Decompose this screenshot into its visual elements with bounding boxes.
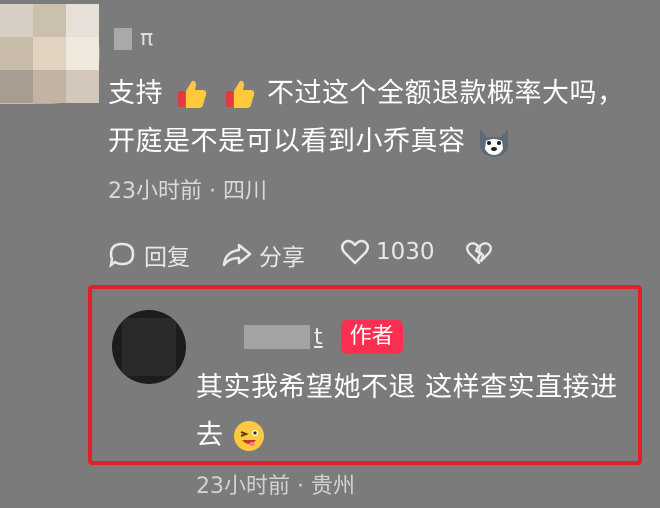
wink-emoji-icon xyxy=(233,421,264,451)
reply-line-1: 其实我希望她不退 这样查实直接进 xyxy=(196,372,618,403)
action-like[interactable]: 1030 xyxy=(340,238,435,266)
reply-label: 回复 xyxy=(144,245,190,271)
reply-avatar[interactable] xyxy=(112,310,186,384)
username-suffix: π xyxy=(140,26,154,51)
comment-line-1: 支持 不过这个全额退款概率大吗， xyxy=(108,78,625,109)
reply-line-2: 去 xyxy=(196,416,636,456)
username-blurred xyxy=(114,27,132,50)
comment-icon xyxy=(109,242,135,268)
share-label: 分享 xyxy=(259,245,305,271)
reply-meta: 23小时前 · 贵州 xyxy=(196,474,355,499)
reply-username[interactable]: t 作者 xyxy=(244,320,403,354)
thumbs-up-icon xyxy=(226,80,255,108)
husky-emoji-icon xyxy=(479,129,508,157)
comment-text: 支持 不过这个全额退款概率大吗， 开庭是不是可以看到小乔真容 xyxy=(108,74,648,162)
action-reply[interactable]: 回复 xyxy=(108,238,190,272)
like-count: 1030 xyxy=(376,239,435,265)
reply-username-blurred xyxy=(244,325,310,349)
author-badge: 作者 xyxy=(340,320,403,354)
username[interactable]: π xyxy=(114,26,153,51)
heart-icon xyxy=(341,239,369,265)
reply-text: 其实我希望她不退 这样查实直接进 去 xyxy=(196,368,636,456)
action-dislike[interactable] xyxy=(465,240,493,270)
action-share[interactable]: 分享 xyxy=(221,238,305,272)
dislike-icon xyxy=(466,242,492,265)
comment-line-2: 开庭是不是可以看到小乔真容 xyxy=(108,122,648,162)
thumbs-up-icon xyxy=(178,80,207,108)
reply-username-suffix: t xyxy=(314,324,323,350)
avatar[interactable] xyxy=(0,4,100,104)
comment-meta: 23小时前 · 四川 xyxy=(108,179,267,204)
share-icon xyxy=(222,243,252,267)
